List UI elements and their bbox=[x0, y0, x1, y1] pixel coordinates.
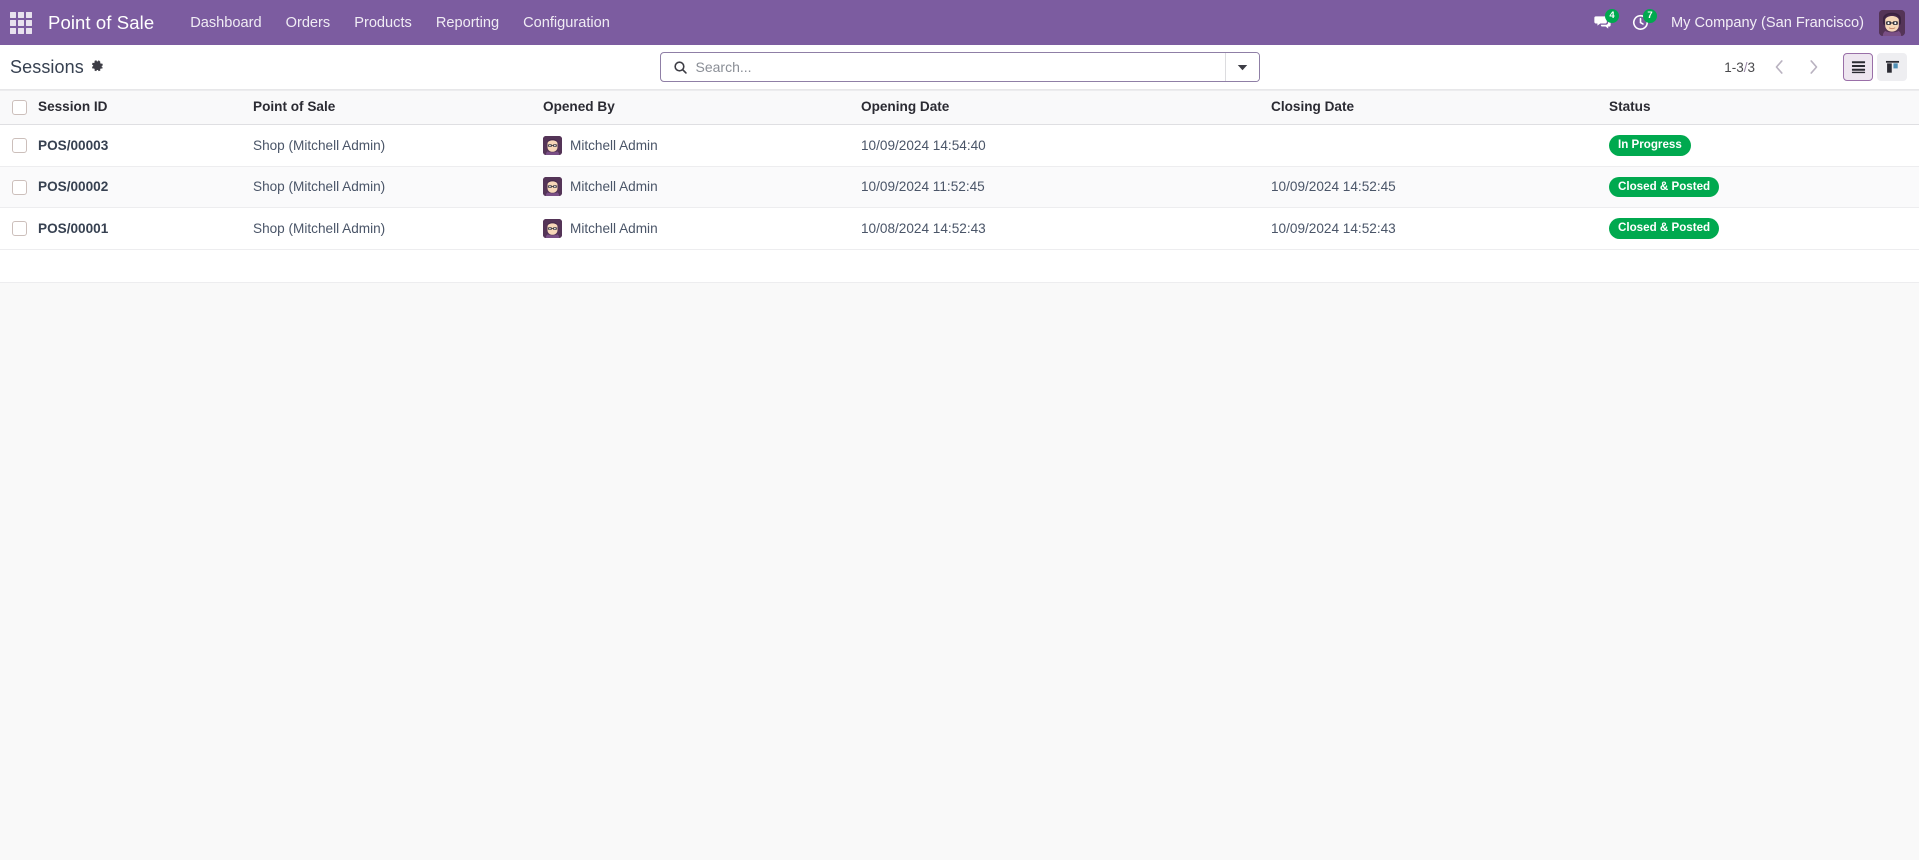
cell-opened-by-name: Mitchell Admin bbox=[570, 220, 658, 236]
select-all-checkbox[interactable] bbox=[12, 99, 27, 115]
row-checkbox[interactable] bbox=[12, 179, 27, 195]
row-checkbox[interactable] bbox=[12, 138, 27, 154]
row-select-cell bbox=[0, 124, 38, 167]
column-header-session-id[interactable]: Session ID bbox=[38, 90, 253, 125]
cell-opened-by: Mitchell Admin bbox=[543, 166, 861, 209]
row-checkbox[interactable] bbox=[12, 221, 27, 237]
sessions-table: Session ID Point of Sale Opened By Openi… bbox=[0, 90, 1919, 283]
cell-point-of-sale: Shop (Mitchell Admin) bbox=[253, 124, 543, 167]
pager-range: 1-3 bbox=[1724, 59, 1744, 75]
table-header: Session ID Point of Sale Opened By Openi… bbox=[0, 90, 1919, 125]
table-row[interactable]: POS/00002 Shop (Mitchell Admin) Mitchell… bbox=[0, 166, 1919, 209]
nav-item-reporting[interactable]: Reporting bbox=[424, 9, 511, 37]
company-switcher[interactable]: My Company (San Francisco) bbox=[1662, 9, 1873, 37]
control-panel: Sessions 1 bbox=[0, 45, 1919, 90]
column-header-point-of-sale[interactable]: Point of Sale bbox=[253, 90, 543, 125]
cell-closing-date: 10/09/2024 14:52:43 bbox=[1271, 207, 1609, 250]
app-brand-point-of-sale[interactable]: Point of Sale bbox=[40, 12, 162, 34]
cell-opened-by-name: Mitchell Admin bbox=[570, 137, 658, 153]
cell-closing-date: 10/09/2024 14:52:45 bbox=[1271, 166, 1609, 209]
cell-session-id: POS/00001 bbox=[38, 220, 109, 236]
cell-point-of-sale: Shop (Mitchell Admin) bbox=[253, 207, 543, 250]
status-badge: Closed & Posted bbox=[1609, 218, 1720, 239]
search-dropdown-toggle[interactable] bbox=[1224, 53, 1259, 81]
avatar bbox=[543, 135, 562, 155]
status-badge: In Progress bbox=[1609, 134, 1691, 156]
row-select-cell bbox=[0, 207, 38, 250]
search-panel bbox=[659, 52, 1260, 82]
activity-badge-count: 7 bbox=[1642, 8, 1657, 23]
navbar-menu: Dashboard Orders Products Reporting Conf… bbox=[178, 9, 622, 37]
avatar bbox=[543, 177, 562, 197]
pager-next-button[interactable] bbox=[1797, 53, 1829, 81]
kanban-view-icon[interactable] bbox=[1877, 53, 1907, 81]
table-header-row: Session ID Point of Sale Opened By Openi… bbox=[0, 90, 1919, 125]
cell-opening-date: 10/09/2024 11:52:45 bbox=[861, 166, 1271, 209]
cell-status: In Progress bbox=[1609, 124, 1919, 167]
row-select-cell bbox=[0, 166, 38, 209]
messages-icon[interactable]: 4 bbox=[1586, 8, 1620, 38]
column-header-status[interactable]: Status bbox=[1609, 90, 1919, 125]
navbar-systray: 4 7 My Company (San Francisco) bbox=[1586, 8, 1905, 38]
breadcrumb: Sessions bbox=[10, 57, 104, 78]
cell-point-of-sale: Shop (Mitchell Admin) bbox=[253, 166, 543, 209]
cell-opened-by: Mitchell Admin bbox=[543, 207, 861, 250]
view-switcher bbox=[1843, 53, 1907, 81]
nav-item-dashboard[interactable]: Dashboard bbox=[178, 9, 273, 37]
status-badge: Closed & Posted bbox=[1609, 176, 1720, 198]
column-header-opening-date[interactable]: Opening Date bbox=[861, 90, 1271, 125]
nav-item-configuration[interactable]: Configuration bbox=[511, 9, 622, 37]
nav-item-orders[interactable]: Orders bbox=[274, 9, 343, 37]
pager-previous-button[interactable] bbox=[1763, 53, 1795, 81]
cell-opened-by-name: Mitchell Admin bbox=[570, 179, 658, 195]
cell-closing-date bbox=[1271, 124, 1609, 167]
cell-opening-date: 10/08/2024 14:52:43 bbox=[861, 207, 1271, 250]
list-view-icon[interactable] bbox=[1843, 53, 1873, 81]
apps-grid-icon[interactable] bbox=[8, 10, 34, 36]
cell-session-id: POS/00002 bbox=[38, 179, 109, 195]
avatar[interactable] bbox=[1879, 9, 1905, 36]
pager-value: 1-3/3 bbox=[1724, 60, 1755, 75]
main-navbar: Point of Sale Dashboard Orders Products … bbox=[0, 0, 1919, 45]
cell-session-id: POS/00003 bbox=[38, 137, 109, 153]
table-body: POS/00003 Shop (Mitchell Admin) Mitchell… bbox=[0, 124, 1919, 283]
list-view: Session ID Point of Sale Opened By Openi… bbox=[0, 90, 1919, 283]
table-filler-row bbox=[0, 249, 1919, 283]
table-row[interactable]: POS/00001 Shop (Mitchell Admin) Mitchell… bbox=[0, 207, 1919, 250]
pager-total: 3 bbox=[1747, 59, 1755, 75]
nav-item-products[interactable]: Products bbox=[342, 9, 424, 37]
activity-clock-icon[interactable]: 7 bbox=[1624, 8, 1658, 38]
page-title: Sessions bbox=[10, 56, 84, 77]
column-header-opened-by[interactable]: Opened By bbox=[543, 90, 861, 125]
cell-opening-date: 10/09/2024 14:54:40 bbox=[861, 124, 1271, 167]
pager: 1-3/3 bbox=[1724, 53, 1829, 81]
cell-opened-by: Mitchell Admin bbox=[543, 124, 861, 167]
cell-status: Closed & Posted bbox=[1609, 166, 1919, 209]
select-all-header bbox=[0, 90, 38, 125]
table-row[interactable]: POS/00003 Shop (Mitchell Admin) Mitchell… bbox=[0, 124, 1919, 167]
search-icon bbox=[661, 60, 696, 75]
avatar bbox=[543, 218, 562, 238]
cell-status: Closed & Posted bbox=[1609, 207, 1919, 250]
search-input[interactable] bbox=[695, 53, 1225, 81]
search-box[interactable] bbox=[659, 52, 1260, 82]
column-header-closing-date[interactable]: Closing Date bbox=[1271, 90, 1609, 125]
control-panel-right: 1-3/3 bbox=[1724, 53, 1907, 81]
gear-icon[interactable] bbox=[91, 59, 104, 73]
messages-badge-count: 4 bbox=[1604, 8, 1619, 23]
